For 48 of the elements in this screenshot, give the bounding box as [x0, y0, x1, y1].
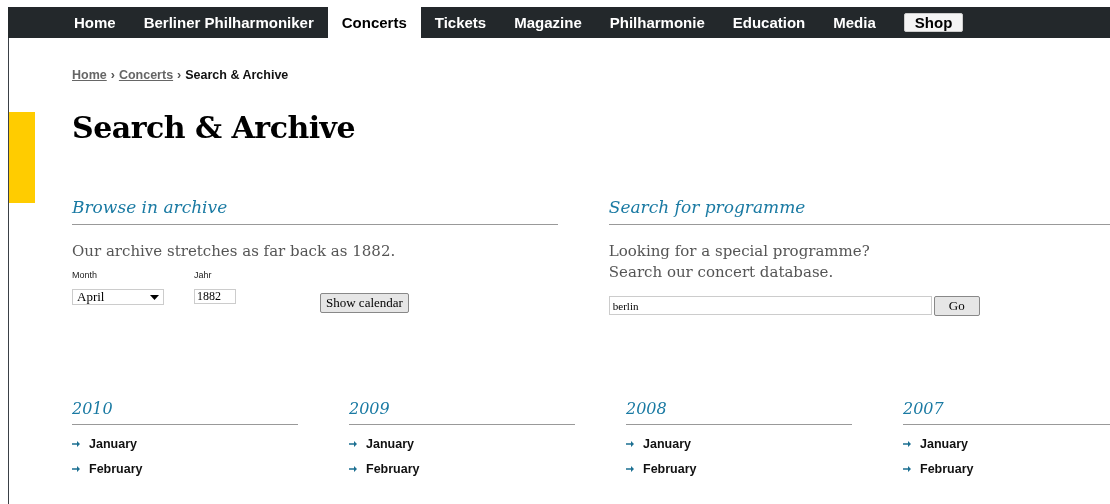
field-label: Jahr	[194, 270, 213, 280]
page-title: Search & Archive	[72, 110, 357, 145]
month-link[interactable]: February	[366, 462, 420, 476]
section-heading: Search for programme	[608, 197, 1110, 225]
section-text: Search our concert database.	[608, 262, 835, 283]
search-field[interactable]: berlin	[608, 296, 932, 315]
arrow-icon	[349, 441, 357, 447]
go-button[interactable]: Go	[933, 296, 980, 316]
breadcrumb-current: Search & Archive	[185, 68, 289, 82]
month-select[interactable]: April	[72, 289, 164, 305]
section-heading: Browse in archive	[72, 197, 558, 225]
breadcrumb-link[interactable]: Home	[72, 68, 107, 82]
show-calendar-button[interactable]: Show calendar	[320, 293, 409, 313]
shop-button[interactable]: Shop	[903, 13, 964, 32]
arrow-icon	[72, 441, 80, 447]
arrow-icon	[626, 466, 634, 472]
nav-tab[interactable]: Concerts	[327, 7, 421, 38]
nav-tab[interactable]: Berliner Philharmoniker	[129, 7, 328, 38]
nav-tab[interactable]: Tickets	[420, 7, 501, 38]
arrow-icon	[903, 466, 911, 472]
nav-tab[interactable]: Education	[718, 7, 820, 38]
caret-icon	[150, 294, 159, 300]
year-heading: 2008	[626, 399, 852, 425]
field-label: Month	[72, 270, 98, 280]
month-link[interactable]: February	[920, 462, 974, 476]
nav-tab[interactable]: Media	[819, 7, 890, 38]
month-link[interactable]: January	[920, 437, 968, 451]
arrow-icon	[626, 441, 634, 447]
month-link[interactable]: January	[643, 437, 691, 451]
year-heading: 2007	[903, 399, 1110, 425]
nav-tab[interactable]: Philharmonie	[595, 7, 719, 38]
year-heading: 2010	[72, 399, 298, 425]
section-text: Our archive stretches as far back as 1882.	[72, 241, 397, 262]
month-link[interactable]: February	[643, 462, 697, 476]
month-link[interactable]: February	[89, 462, 143, 476]
nav-tab[interactable]: Home	[60, 7, 130, 38]
nav-tab[interactable]: Magazine	[500, 7, 596, 38]
arrow-icon	[72, 466, 80, 472]
arrow-icon	[903, 441, 911, 447]
breadcrumb-separator: ›	[110, 68, 115, 82]
breadcrumb-separator: ›	[177, 68, 182, 82]
breadcrumb-link[interactable]: Concerts	[118, 68, 174, 82]
month-link[interactable]: January	[366, 437, 414, 451]
month-link[interactable]: January	[89, 437, 137, 451]
year-heading: 2009	[349, 399, 575, 425]
year-field[interactable]: 1882	[194, 289, 236, 304]
arrow-icon	[349, 466, 357, 472]
section-text: Looking for a special programme?	[608, 241, 871, 262]
